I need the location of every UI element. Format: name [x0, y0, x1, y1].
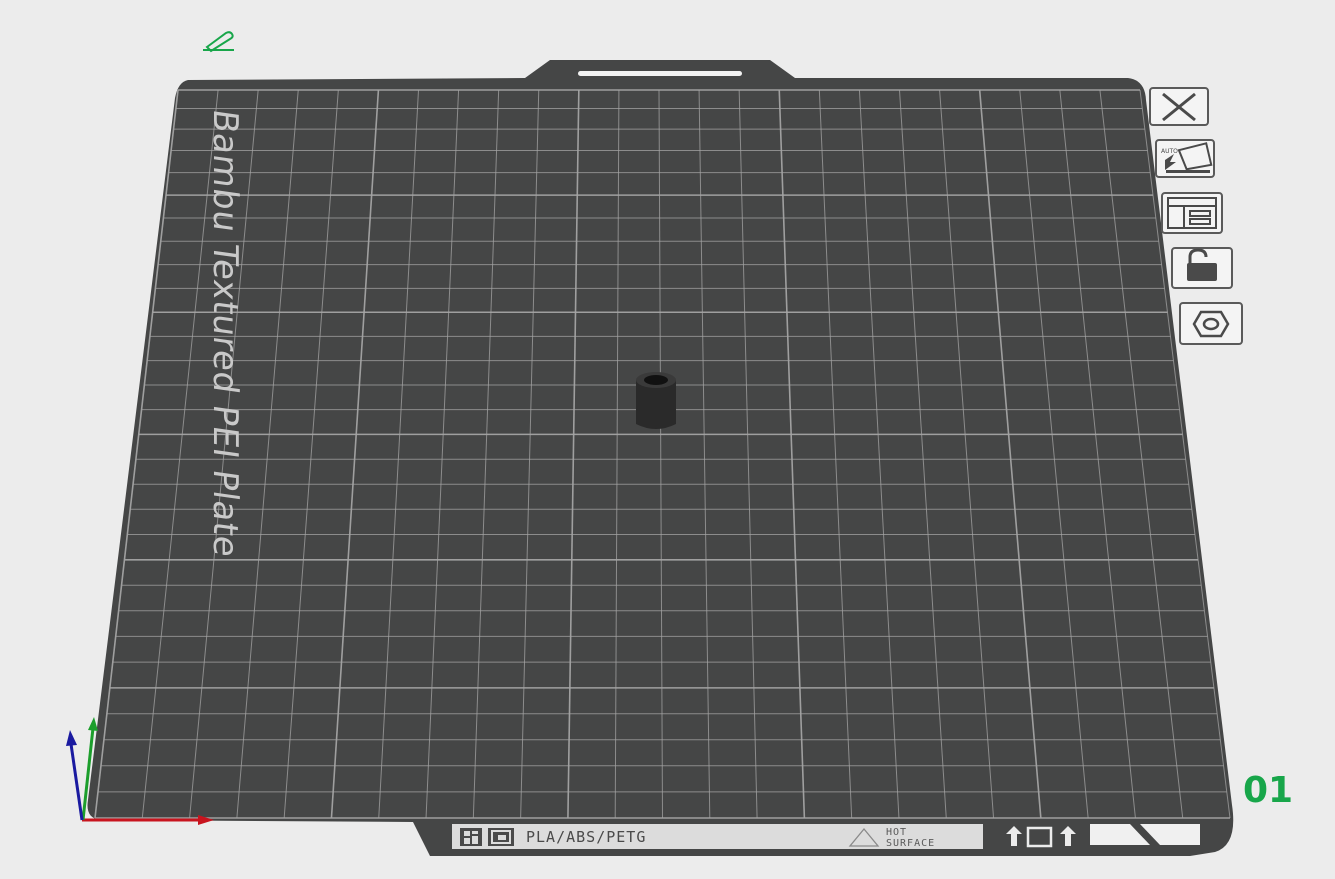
model-cylinder[interactable] [636, 372, 676, 429]
lock-plate-button[interactable] [1171, 247, 1233, 289]
arrange-button[interactable] [1161, 192, 1223, 234]
pencil-icon[interactable] [203, 31, 234, 53]
build-plate[interactable]: Bambu Textured PEI Plate PLA/ABS/PETG HO… [87, 60, 1234, 856]
plate-number: 01 [1243, 770, 1293, 811]
plate-name-label: Bambu Textured PEI Plate [205, 107, 245, 560]
hot-surface-line1: HOT [886, 827, 907, 838]
plate-handle [578, 71, 742, 76]
material-compat-text: PLA/ABS/PETG [526, 828, 646, 846]
hot-surface-line2: SURFACE [886, 838, 935, 849]
auto-orient-button[interactable]: AUTO [1155, 139, 1215, 178]
plate-settings-button[interactable] [1179, 302, 1243, 345]
z-axis [69, 743, 84, 821]
svg-text:AUTO: AUTO [1161, 148, 1178, 155]
plate-symbol-icon [460, 828, 482, 846]
close-plate-button[interactable] [1149, 87, 1209, 126]
